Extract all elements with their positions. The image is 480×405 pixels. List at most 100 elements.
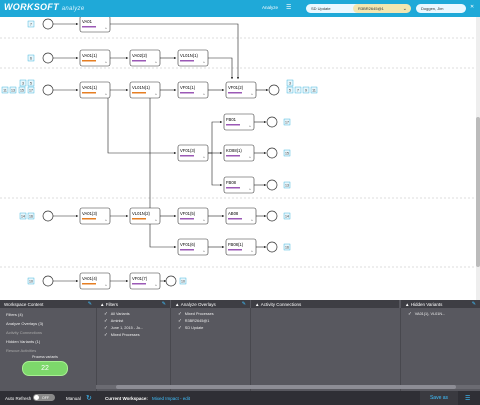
activity-node[interactable]: FB08▸	[223, 176, 255, 194]
activity-node[interactable]: VA01(4)▸	[79, 272, 111, 290]
overlay-label: Mixed Processes	[184, 312, 214, 316]
overlay-item[interactable]: ✓ SD Update	[178, 325, 203, 331]
filter-item[interactable]: ✓ All Variants	[104, 311, 130, 317]
activity-node[interactable]: VF01(6)▸	[177, 238, 209, 256]
scroll-thumb[interactable]	[476, 117, 480, 267]
activity-node[interactable]: VA01▸	[79, 17, 111, 33]
variant-dropdown[interactable]: R3BR2645@1 ⌄	[353, 4, 411, 13]
ws-item-filters[interactable]: Filters (4)	[6, 312, 23, 317]
count-badge-text: 7	[30, 23, 32, 27]
check-icon: ✓	[178, 325, 182, 330]
count-badge-text: 10	[181, 280, 185, 284]
activity-node[interactable]: KO88(1)▸	[223, 144, 255, 162]
filter-item[interactable]: ✓ June 1, 2015 - Ju...	[104, 325, 143, 331]
end-node	[266, 179, 278, 191]
menu-icon[interactable]: ☰	[465, 395, 470, 402]
count-badge-text: 11	[312, 89, 316, 93]
edge-arrow	[208, 152, 223, 187]
activity-node[interactable]: VF01(2)▸	[225, 81, 257, 99]
activity-node-bar	[132, 60, 146, 62]
check-icon: ✓	[178, 311, 182, 316]
activity-node[interactable]: FB01▸	[223, 113, 255, 131]
workspace-header: Workspace Content ✎	[0, 300, 96, 308]
activity-node-bar	[226, 187, 240, 189]
process-graph[interactable]: 7 VA01 ▸ 6 VA01(1) ▸ VA02(2) ▸ VL01N(1) ▸ 3 5 11 13 15…	[0, 17, 476, 300]
activity-node[interactable]: VA01(1)▸	[79, 49, 111, 67]
activity-node-label: AB08	[228, 211, 239, 216]
vertical-scrollbar[interactable]	[476, 17, 480, 300]
activity-node[interactable]: VA01(3)▸	[79, 207, 111, 225]
activity-node[interactable]: FB08(1)▸	[225, 238, 257, 256]
auto-refresh-toggle[interactable]: OFF	[33, 394, 55, 401]
activity-node[interactable]: VL01N(1)▸	[129, 81, 161, 99]
activity-node-bar	[226, 155, 240, 157]
activity-node[interactable]: VL01N(2)▸	[129, 207, 161, 225]
overlay-label: SD Update	[184, 326, 204, 330]
activity-node-label: VL01N(2)	[132, 211, 151, 216]
save-as-button[interactable]: Save as	[420, 391, 458, 405]
activity-node-label: VF01(5)	[180, 211, 196, 216]
edit-icon[interactable]: ✎	[162, 301, 166, 307]
analyze-label[interactable]: Analyze	[262, 5, 278, 10]
activity-node-bar	[82, 92, 96, 94]
user-menu[interactable]: Doggen, Jim	[416, 4, 466, 13]
start-node	[42, 18, 54, 30]
horizontal-scrollbar[interactable]	[96, 385, 480, 389]
activity-node-label: VA01(3)	[82, 211, 98, 216]
graph-content: 7 VA01▸ 6 VA01(1)▸ VA02(2)▸ VL01N(1)▸ 3 5 11 13 15…	[1, 17, 318, 290]
end-node	[165, 275, 177, 287]
hidden-item[interactable]: ✓ VA01(1), VL01N...	[408, 311, 445, 317]
logo-sub: analyze	[61, 6, 85, 12]
edge-arrow	[208, 120, 223, 154]
activity-node-label: VF01(1)	[180, 85, 196, 90]
edge-arrow	[208, 57, 234, 80]
ws-item-hidden[interactable]: Hidden Variants (1)	[6, 339, 40, 344]
bottom-bar: Auto Refresh Manual ↻ Current Workspace:…	[0, 391, 480, 405]
close-icon[interactable]: ✕	[470, 4, 474, 10]
activity-node[interactable]: AB08▸	[225, 207, 257, 225]
process-variants-label: Process variants	[32, 355, 58, 359]
activity-node-bar	[82, 26, 96, 28]
filter-item[interactable]: ✓ Mixed Processes	[104, 332, 140, 338]
activity-node[interactable]: VA01(1)▸	[79, 81, 111, 99]
activity-node-label: VF01(3)	[180, 148, 196, 153]
filter-label: June 1, 2015 - Ju...	[110, 326, 144, 330]
activity-node-label: VF01(7)	[132, 276, 148, 281]
manual-label: Manual	[66, 395, 81, 401]
count-badge-text: 17	[285, 121, 289, 125]
refresh-icon[interactable]: ↻	[86, 394, 92, 402]
activity-node-label: VA01(1)	[82, 53, 98, 58]
edit-icon[interactable]: ✎	[242, 301, 246, 307]
check-icon: ✓	[104, 311, 108, 316]
activity-node-bar	[180, 249, 194, 251]
start-node	[42, 275, 54, 287]
activity-node[interactable]: VF01(7)▸	[129, 272, 161, 290]
overlay-label: R3BR2645@1	[184, 319, 210, 323]
activity-node-label: VL01N(1)	[132, 85, 151, 90]
overlay-item[interactable]: ✓ R3BR2645@1	[178, 318, 209, 324]
ws-item-connections[interactable]: Activity Connections	[6, 330, 42, 335]
overlay-item[interactable]: ✓ Mixed Processes	[178, 311, 214, 317]
edit-icon[interactable]: ✎	[88, 301, 92, 307]
activity-node[interactable]: VF01(1)▸	[177, 81, 209, 99]
count-badge-text: 7	[297, 89, 299, 93]
edit-icon[interactable]: ✎	[472, 301, 476, 307]
ws-item-overlays[interactable]: Analyze Overlays (3)	[6, 321, 43, 326]
scroll-thumb[interactable]	[116, 385, 456, 389]
chevron-down-icon: ⌄	[402, 5, 407, 12]
activity-node[interactable]: VF01(3)▸	[177, 144, 209, 162]
activity-node-bar	[82, 283, 96, 285]
activity-node[interactable]: VA02(2)▸	[129, 49, 161, 67]
workspace-header-label: Workspace Content	[4, 301, 44, 307]
count-badge-text: 5	[289, 89, 291, 93]
activity-node[interactable]: VL01N(1)▸	[177, 49, 209, 67]
current-workspace-value[interactable]: Mixed Impact - edit	[152, 396, 190, 401]
activity-node-label: FB08	[226, 180, 237, 185]
menu-icon[interactable]: ☰	[286, 4, 291, 11]
hidden-label: VA01(1), VL01N...	[414, 312, 446, 316]
ws-item-rescue[interactable]: Rescue Activities	[6, 348, 36, 353]
activity-node[interactable]: VF01(5)▸	[177, 207, 209, 225]
filter-item[interactable]: ✓ Aminist	[104, 318, 123, 324]
auto-refresh-label: Auto Refresh	[5, 395, 32, 401]
activity-node-bar	[82, 218, 96, 220]
